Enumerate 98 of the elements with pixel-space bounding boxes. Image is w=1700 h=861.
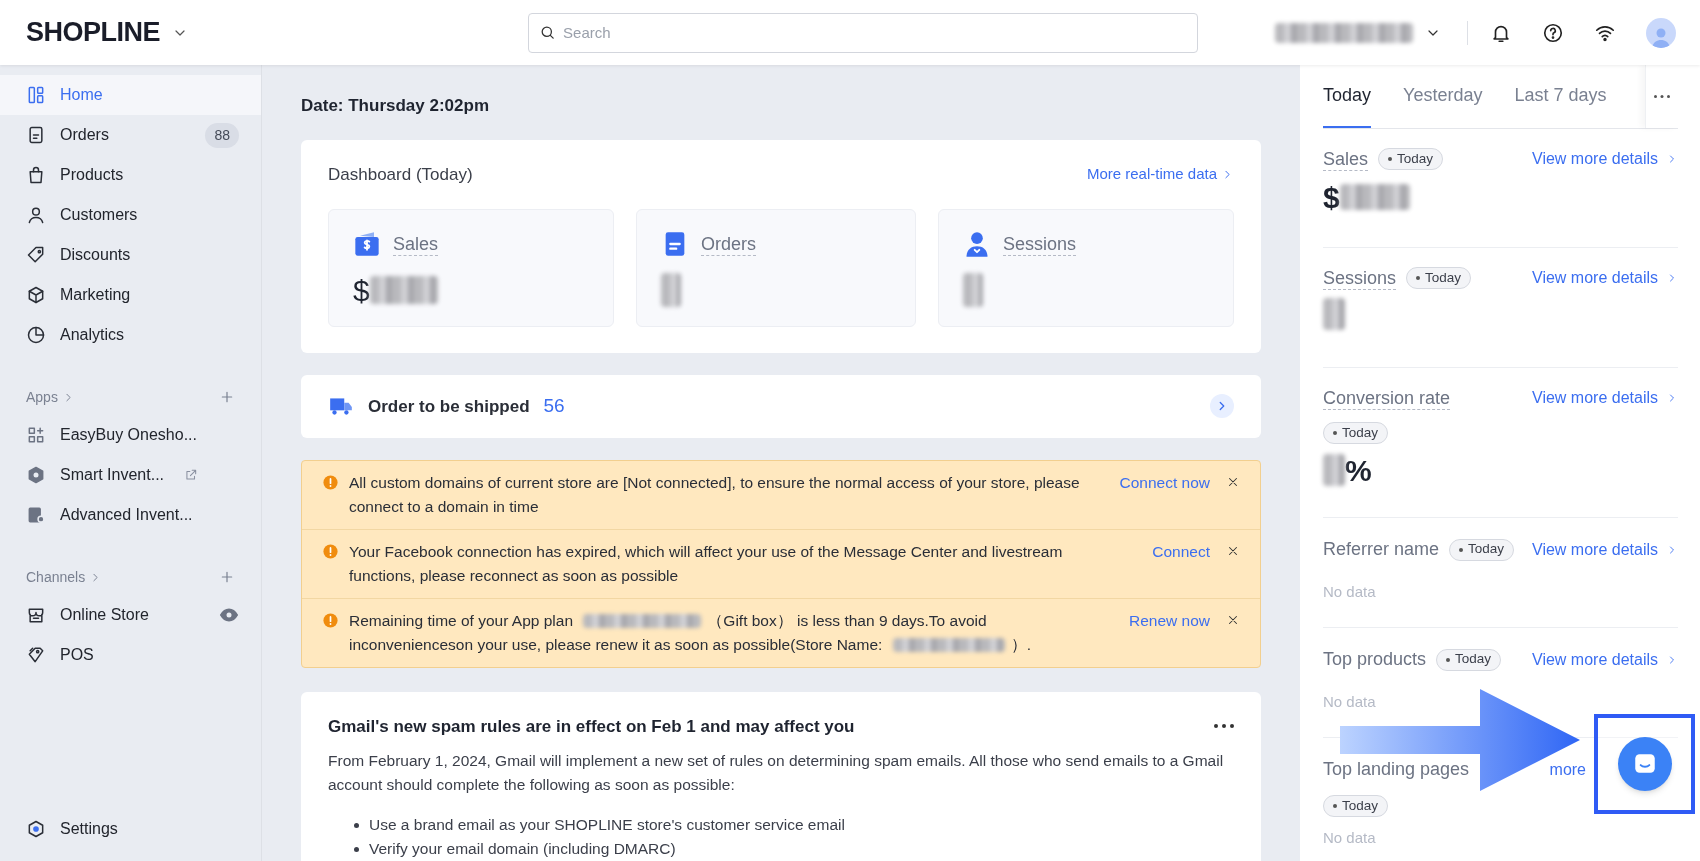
metric-label: Top products bbox=[1323, 648, 1427, 671]
details-link[interactable]: View more details bbox=[1532, 647, 1678, 672]
alert-text: Remaining time of your App plan （Gift box） is less than 9 days.To avoid inconvenienceson your use, please renew it as soon as possible(Store Name: ）. bbox=[349, 610, 1032, 655]
plus-icon bbox=[219, 569, 235, 585]
count-badge: 88 bbox=[205, 122, 239, 148]
details-link[interactable]: View more details bbox=[1532, 537, 1678, 562]
metric-label: Sessions bbox=[1003, 232, 1077, 256]
empty-state-text: No data bbox=[1323, 582, 1377, 602]
date-badge: Today bbox=[1406, 267, 1472, 289]
tab[interactable]: Last 7 days bbox=[1514, 65, 1607, 128]
document-icon bbox=[26, 125, 46, 145]
sidebar-item[interactable]: Smart Invent... bbox=[0, 455, 261, 495]
storefront-icon bbox=[26, 605, 46, 625]
date-badge: Today bbox=[1449, 538, 1515, 561]
metric-label: Sales bbox=[393, 232, 439, 256]
help-icon bbox=[1542, 21, 1564, 44]
sidebar-item[interactable]: Home bbox=[0, 75, 261, 115]
chevron-right-icon bbox=[1210, 394, 1234, 419]
alert-action-link[interactable]: Connect now bbox=[1119, 470, 1210, 495]
blurred-text bbox=[1339, 184, 1410, 210]
blurred-text bbox=[963, 273, 983, 307]
bullet-icon bbox=[354, 846, 359, 852]
shipping-label: Order to be shipped bbox=[368, 395, 530, 418]
alert-action-link[interactable]: Connect bbox=[1152, 539, 1210, 564]
bullet-text: Verify your email domain (including DMARC) bbox=[369, 839, 676, 859]
metric-value: $ bbox=[353, 272, 370, 309]
sidebar-item[interactable]: Orders 88 bbox=[0, 115, 261, 155]
shipping-count: 56 bbox=[543, 394, 565, 418]
package-icon bbox=[26, 505, 46, 525]
plus-icon bbox=[219, 389, 235, 405]
cube-icon bbox=[26, 285, 46, 305]
shipping-card[interactable]: Order to be shipped 56 bbox=[301, 375, 1261, 438]
more-icon bbox=[1214, 724, 1234, 729]
section-header[interactable]: Channels bbox=[26, 566, 103, 588]
settings-icon bbox=[26, 819, 46, 839]
metric-label: Top landing pages bbox=[1323, 758, 1470, 781]
blurred-text bbox=[369, 276, 438, 304]
metric-label: Orders bbox=[701, 232, 756, 256]
sidebar-item[interactable]: Settings bbox=[0, 809, 261, 849]
date-badge: Today bbox=[1378, 148, 1444, 170]
metric-label: Sessions bbox=[1323, 266, 1397, 290]
metric-label: Sales bbox=[1323, 147, 1369, 171]
details-link[interactable]: View more details bbox=[1532, 147, 1678, 171]
apps-grid-icon bbox=[26, 425, 46, 445]
details-link[interactable]: View more details bbox=[1532, 386, 1678, 410]
help-button[interactable] bbox=[1542, 21, 1564, 44]
date-badge: Today bbox=[1323, 422, 1389, 444]
metric-label: Conversion rate bbox=[1323, 386, 1451, 410]
alert-text: Your Facebook connection has expired, which will affect your use of the Message Center and livestream functions, please reconnect as soon as possible bbox=[349, 541, 1064, 586]
card-title: Dashboard (Today) bbox=[328, 163, 473, 186]
details-link[interactable]: View more details bbox=[1532, 266, 1678, 290]
price-tag-icon bbox=[26, 645, 46, 665]
blurred-text bbox=[1323, 454, 1345, 486]
sidebar-item[interactable]: Products bbox=[0, 155, 261, 195]
tag-icon bbox=[26, 245, 46, 265]
notice-title: Gmail's new spam rules are in effect on Feb 1 and may affect you bbox=[328, 715, 855, 738]
sidebar-item[interactable]: Discounts bbox=[0, 235, 261, 275]
blurred-text bbox=[1323, 298, 1345, 330]
warning-icon bbox=[322, 473, 339, 491]
wallet-icon bbox=[353, 230, 381, 258]
hexagon-icon bbox=[26, 465, 46, 485]
bullet-text: Use a brand email as your SHOPLINE store's customer service email bbox=[369, 815, 845, 835]
empty-state-text: No data bbox=[1323, 828, 1377, 848]
sidebar-item[interactable]: Advanced Invent... bbox=[0, 495, 261, 535]
metric-value: % bbox=[1345, 452, 1372, 489]
sidebar-item[interactable]: EasyBuy Onesho... bbox=[0, 415, 261, 455]
metric-value: $ bbox=[1323, 179, 1340, 216]
more-icon bbox=[1654, 95, 1670, 98]
sidebar-item[interactable]: Marketing bbox=[0, 275, 261, 315]
dashboard-icon bbox=[26, 85, 46, 105]
empty-state-text: No data bbox=[1323, 692, 1377, 712]
date-label: Date: Thursday 2:02pm bbox=[301, 95, 490, 117]
sidebar-item[interactable]: Online Store bbox=[0, 595, 261, 635]
logo: SHOPLINE bbox=[26, 16, 161, 50]
date-badge: Today bbox=[1436, 648, 1502, 671]
blurred-text bbox=[661, 273, 681, 307]
user-icon bbox=[26, 205, 46, 225]
details-link[interactable]: more bbox=[1549, 757, 1586, 782]
tab[interactable]: Yesterday bbox=[1403, 65, 1483, 128]
search-field[interactable]: Search bbox=[528, 12, 1199, 53]
more-options-button[interactable] bbox=[1214, 724, 1234, 729]
more-data-link[interactable]: More real-time data bbox=[1086, 163, 1234, 186]
pie-chart-icon bbox=[26, 325, 46, 345]
metric-label: Referrer name bbox=[1323, 538, 1440, 561]
section-header[interactable]: Apps bbox=[26, 386, 75, 408]
shopping-bag-icon bbox=[26, 165, 46, 185]
warning-icon bbox=[322, 611, 339, 629]
sidebar-item[interactable]: POS bbox=[0, 635, 261, 675]
warning-icon bbox=[322, 542, 339, 560]
sidebar-item[interactable]: Analytics bbox=[0, 315, 261, 355]
alert-action-link[interactable]: Renew now bbox=[1129, 608, 1210, 633]
notice-text: From February 1, 2024, Gmail will implement a new set of rules on determining spam emails. All those who send emails to a Gmail account should complete the following as soon as possible: bbox=[328, 751, 1225, 795]
chat-button[interactable] bbox=[1618, 737, 1672, 791]
sidebar-item[interactable]: Customers bbox=[0, 195, 261, 235]
tab[interactable]: Today bbox=[1323, 65, 1372, 128]
bullet-icon bbox=[354, 822, 359, 828]
date-badge: Today bbox=[1323, 795, 1389, 817]
alert-text: All custom domains of current store are [Not connected], to ensure the normal access of your store, please connect to a domain in time bbox=[349, 472, 1081, 517]
